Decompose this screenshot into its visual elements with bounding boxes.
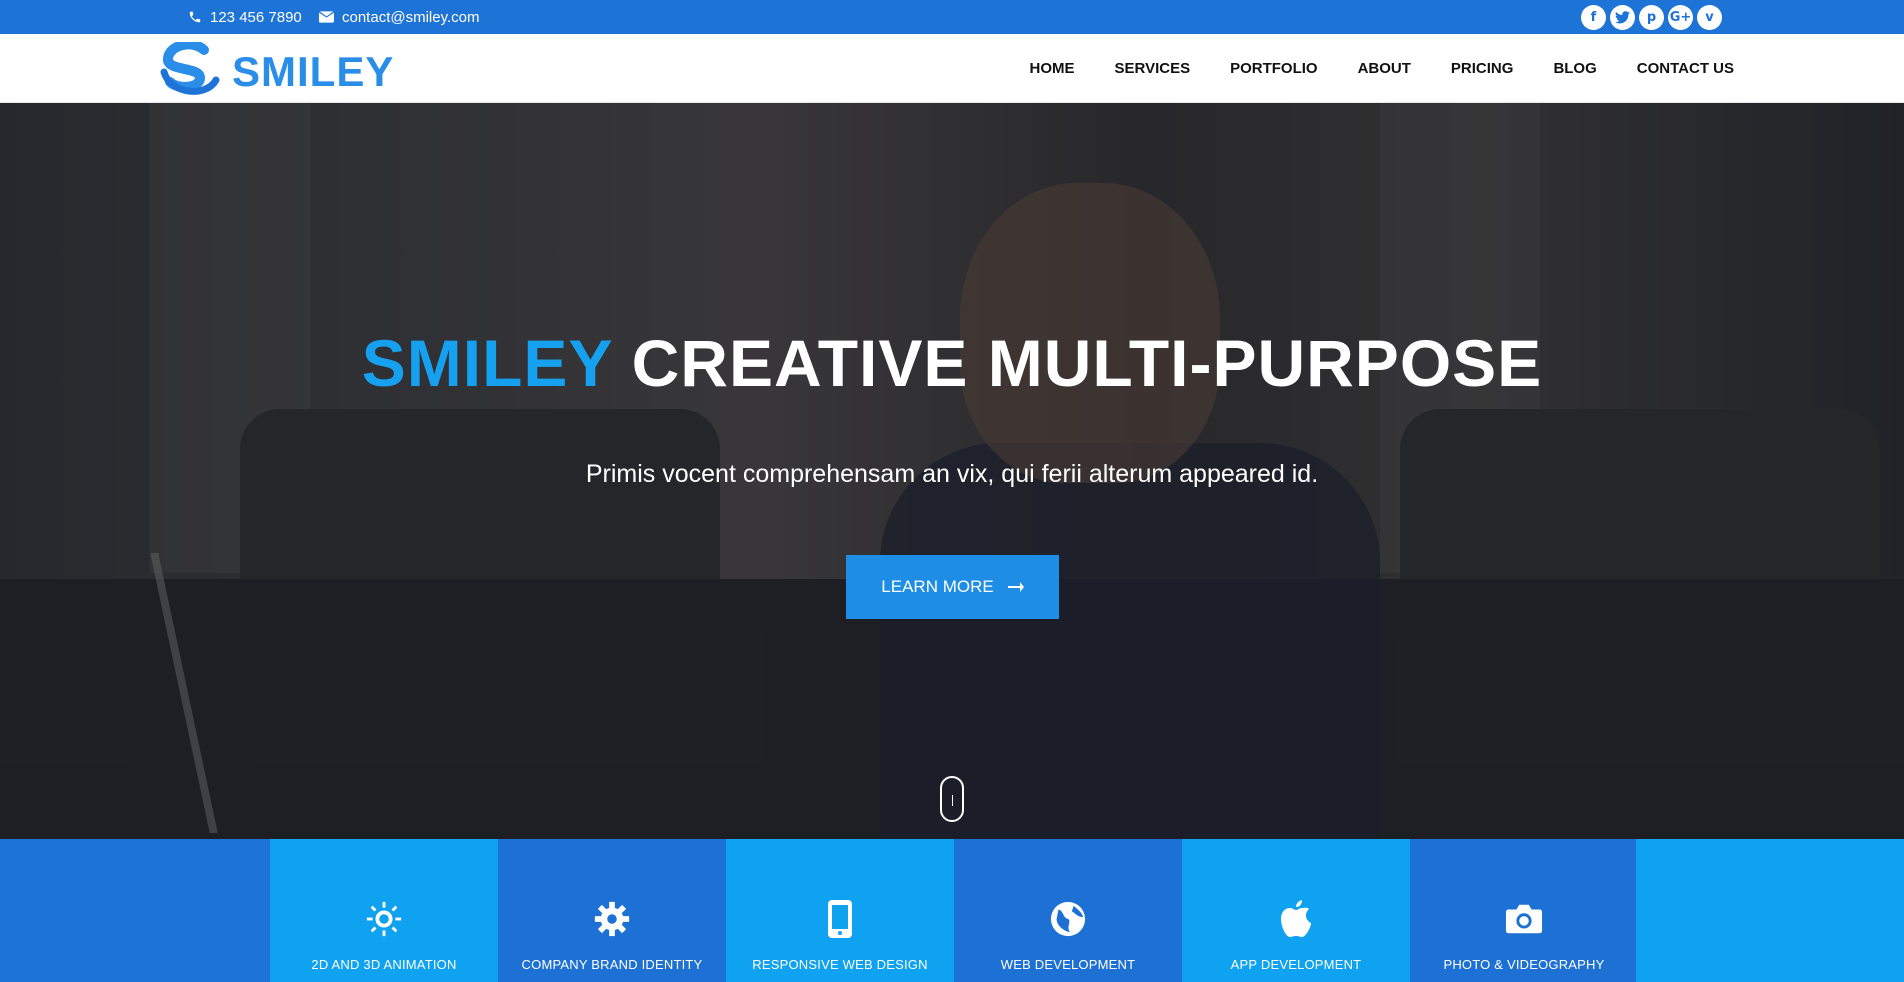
nav-portfolio[interactable]: PORTFOLIO: [1230, 60, 1318, 77]
facebook-icon[interactable]: f: [1581, 5, 1606, 30]
service-label: APP DEVELOPMENT: [1230, 957, 1362, 972]
google-plus-icon[interactable]: G+: [1668, 5, 1693, 30]
service-label: WEB DEVELOPMENT: [1000, 957, 1136, 972]
envelope-icon: [319, 11, 334, 23]
email-address: contact@smiley.com: [342, 8, 480, 26]
apple-icon: [1280, 899, 1312, 939]
site-logo[interactable]: SMILEY: [160, 39, 395, 101]
email-contact[interactable]: contact@smiley.com: [319, 0, 479, 34]
nav-blog[interactable]: BLOG: [1553, 60, 1596, 77]
hero-title-rest: CREATIVE MULTI-PURPOSE: [631, 326, 1543, 400]
social-links: f p G+ v: [1581, 5, 1722, 30]
nav-contact-us[interactable]: CONTACT US: [1637, 60, 1734, 77]
phone-number: 123 456 7890: [210, 8, 302, 26]
service-tile-animation[interactable]: 2D AND 3D ANIMATION: [270, 839, 498, 982]
gear-icon: [593, 899, 631, 939]
globe-icon: [1049, 899, 1087, 939]
service-tile-responsive-design[interactable]: RESPONSIVE WEB DESIGN: [726, 839, 954, 982]
camera-icon: [1505, 899, 1543, 939]
phone-contact[interactable]: 123 456 7890: [188, 0, 302, 34]
logo-text: SMILEY: [232, 47, 395, 95]
hero-subtitle: Primis vocent comprehensam an vix, qui f…: [585, 460, 1319, 488]
service-tile-photo-video[interactable]: PHOTO & VIDEOGRAPHY: [1410, 839, 1638, 982]
nav-services[interactable]: SERVICES: [1115, 60, 1191, 77]
services-strip: 2D AND 3D ANIMATION COMPANY BRAND IDENTI…: [0, 839, 1904, 982]
arrow-right-icon: [1007, 577, 1024, 597]
nav-about[interactable]: ABOUT: [1358, 60, 1411, 77]
top-bar: 123 456 7890 contact@smiley.com f p G+ v: [0, 0, 1904, 34]
learn-more-label: LEARN MORE: [881, 577, 994, 596]
service-label: COMPANY BRAND IDENTITY: [521, 957, 703, 972]
service-label: RESPONSIVE WEB DESIGN: [752, 957, 928, 972]
nav-home[interactable]: HOME: [1030, 60, 1075, 77]
logo-mark-icon: [160, 39, 222, 101]
mobile-phone-icon: [827, 899, 853, 939]
service-label: 2D AND 3D ANIMATION: [311, 957, 457, 972]
hero-title-accent: SMILEY: [361, 326, 613, 400]
phone-icon: [188, 10, 202, 24]
hero-section: SMILEY CREATIVE MULTI-PURPOSE Primis voc…: [0, 103, 1904, 839]
twitter-icon[interactable]: [1610, 5, 1635, 30]
services-strip-edge: [1636, 839, 1904, 982]
main-navigation: HOME SERVICES PORTFOLIO ABOUT PRICING BL…: [1030, 34, 1735, 103]
pinterest-icon[interactable]: p: [1639, 5, 1664, 30]
scroll-down-indicator[interactable]: [940, 776, 964, 822]
service-tile-web-development[interactable]: WEB DEVELOPMENT: [954, 839, 1182, 982]
service-label: PHOTO & VIDEOGRAPHY: [1443, 957, 1605, 972]
learn-more-button[interactable]: LEARN MORE: [846, 555, 1059, 619]
service-tile-app-development[interactable]: APP DEVELOPMENT: [1182, 839, 1410, 982]
site-header: SMILEY HOME SERVICES PORTFOLIO ABOUT PRI…: [0, 34, 1904, 103]
hero-title: SMILEY CREATIVE MULTI-PURPOSE: [0, 325, 1904, 401]
nav-pricing[interactable]: PRICING: [1451, 60, 1514, 77]
vimeo-icon[interactable]: v: [1697, 5, 1722, 30]
service-tile-brand-identity[interactable]: COMPANY BRAND IDENTITY: [498, 839, 726, 982]
sun-icon: [365, 899, 403, 939]
